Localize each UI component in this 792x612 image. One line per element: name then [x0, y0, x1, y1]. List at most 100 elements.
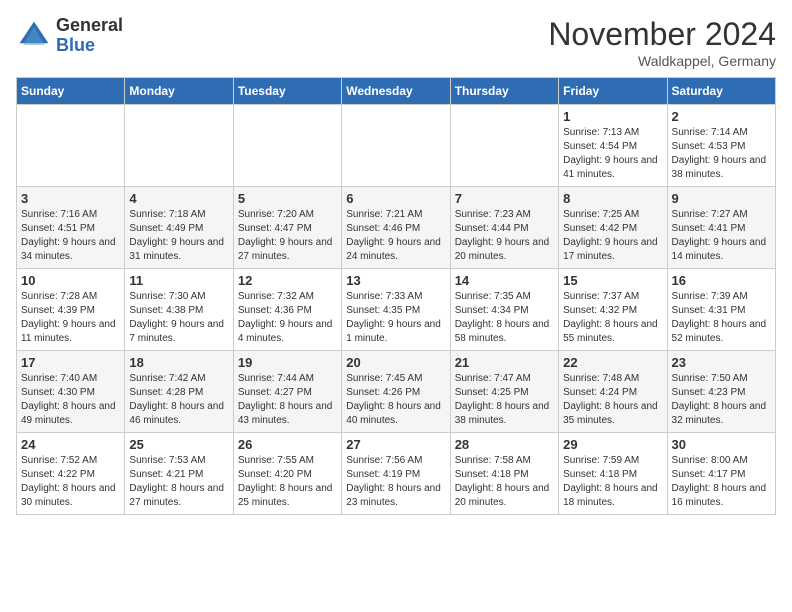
- day-number: 21: [455, 355, 554, 370]
- day-info: Sunrise: 7:27 AM Sunset: 4:41 PM Dayligh…: [672, 208, 771, 264]
- calendar-cell: 12 Sunrise: 7:32 AM Sunset: 4:36 PM Dayli…: [233, 269, 341, 351]
- title-area: November 2024 Waldkappel, Germany: [548, 16, 776, 69]
- logo: General Blue: [16, 16, 123, 56]
- day-info: Sunrise: 7:58 AM Sunset: 4:18 PM Dayligh…: [455, 454, 554, 510]
- calendar-cell: 24 Sunrise: 7:52 AM Sunset: 4:22 PM Dayli…: [17, 433, 125, 515]
- day-number: 22: [563, 355, 662, 370]
- day-info: Sunrise: 7:18 AM Sunset: 4:49 PM Dayligh…: [129, 208, 228, 264]
- day-number: 15: [563, 273, 662, 288]
- day-info: Sunrise: 7:13 AM Sunset: 4:54 PM Dayligh…: [563, 126, 662, 182]
- calendar-cell: [450, 105, 558, 187]
- calendar-cell: 3 Sunrise: 7:16 AM Sunset: 4:51 PM Daylig…: [17, 187, 125, 269]
- header-row: Sunday Monday Tuesday Wednesday Thursday…: [17, 78, 776, 105]
- calendar-week-4: 17Sunrise: 7:40 AM Sunset: 4:30 PM Dayli…: [17, 351, 776, 433]
- day-info: Sunrise: 7:55 AM Sunset: 4:20 PM Dayligh…: [238, 454, 337, 510]
- day-info: Sunrise: 7:32 AM Sunset: 4:36 PM Dayligh…: [238, 290, 337, 346]
- day-number: 5: [238, 191, 337, 206]
- day-info: Sunrise: 7:48 AM Sunset: 4:24 PM Dayligh…: [563, 372, 662, 428]
- day-info: Sunrise: 7:59 AM Sunset: 4:18 PM Dayligh…: [563, 454, 662, 510]
- day-number: 20: [346, 355, 445, 370]
- day-info: Sunrise: 7:35 AM Sunset: 4:34 PM Dayligh…: [455, 290, 554, 346]
- calendar-week-5: 24 Sunrise: 7:52 AM Sunset: 4:22 PM Dayli…: [17, 433, 776, 515]
- day-info: Sunrise: 7:42 AM Sunset: 4:28 PM Dayligh…: [129, 372, 228, 428]
- day-number: 16: [672, 273, 771, 288]
- logo-general-text: General: [56, 16, 123, 36]
- calendar-cell: 26 Sunrise: 7:55 AM Sunset: 4:20 PM Dayli…: [233, 433, 341, 515]
- calendar-cell: [125, 105, 233, 187]
- calendar-cell: 5 Sunrise: 7:20 AM Sunset: 4:47 PM Daylig…: [233, 187, 341, 269]
- calendar-header: Sunday Monday Tuesday Wednesday Thursday…: [17, 78, 776, 105]
- calendar-cell: [17, 105, 125, 187]
- calendar-cell: 13 Sunrise: 7:33 AM Sunset: 4:35 PM Dayli…: [342, 269, 450, 351]
- day-number: 7: [455, 191, 554, 206]
- calendar-cell: 10 Sunrise: 7:28 AM Sunset: 4:39 PM Dayli…: [17, 269, 125, 351]
- calendar-cell: 20Sunrise: 7:45 AM Sunset: 4:26 PM Dayli…: [342, 351, 450, 433]
- day-info: Sunrise: 8:00 AM Sunset: 4:17 PM Dayligh…: [672, 454, 771, 510]
- day-number: 14: [455, 273, 554, 288]
- day-number: 26: [238, 437, 337, 452]
- calendar-cell: 19Sunrise: 7:44 AM Sunset: 4:27 PM Dayli…: [233, 351, 341, 433]
- calendar-cell: 22 Sunrise: 7:48 AM Sunset: 4:24 PM Dayli…: [559, 351, 667, 433]
- day-number: 3: [21, 191, 120, 206]
- day-number: 6: [346, 191, 445, 206]
- day-number: 8: [563, 191, 662, 206]
- day-number: 11: [129, 273, 228, 288]
- calendar-cell: 6 Sunrise: 7:21 AM Sunset: 4:46 PM Daylig…: [342, 187, 450, 269]
- calendar-cell: 30 Sunrise: 8:00 AM Sunset: 4:17 PM Dayli…: [667, 433, 775, 515]
- month-title: November 2024: [548, 16, 776, 53]
- day-info: Sunrise: 7:16 AM Sunset: 4:51 PM Dayligh…: [21, 208, 120, 264]
- calendar-cell: 1 Sunrise: 7:13 AM Sunset: 4:54 PM Daylig…: [559, 105, 667, 187]
- day-info: Sunrise: 7:25 AM Sunset: 4:42 PM Dayligh…: [563, 208, 662, 264]
- day-info: Sunrise: 7:44 AM Sunset: 4:27 PM Dayligh…: [238, 372, 337, 428]
- calendar-cell: 17Sunrise: 7:40 AM Sunset: 4:30 PM Dayli…: [17, 351, 125, 433]
- calendar-cell: 4 Sunrise: 7:18 AM Sunset: 4:49 PM Daylig…: [125, 187, 233, 269]
- day-number: 27: [346, 437, 445, 452]
- day-number: 4: [129, 191, 228, 206]
- day-number: 25: [129, 437, 228, 452]
- day-info: Sunrise: 7:21 AM Sunset: 4:46 PM Dayligh…: [346, 208, 445, 264]
- page-header: General Blue November 2024 Waldkappel, G…: [16, 16, 776, 69]
- day-number: 28: [455, 437, 554, 452]
- day-number: 29: [563, 437, 662, 452]
- calendar-cell: 14 Sunrise: 7:35 AM Sunset: 4:34 PM Dayli…: [450, 269, 558, 351]
- col-wednesday: Wednesday: [342, 78, 450, 105]
- day-info: Sunrise: 7:33 AM Sunset: 4:35 PM Dayligh…: [346, 290, 445, 346]
- calendar-cell: [342, 105, 450, 187]
- day-number: 2: [672, 109, 771, 124]
- day-info: Sunrise: 7:47 AM Sunset: 4:25 PM Dayligh…: [455, 372, 554, 428]
- col-sunday: Sunday: [17, 78, 125, 105]
- day-number: 10: [21, 273, 120, 288]
- calendar-cell: 28 Sunrise: 7:58 AM Sunset: 4:18 PM Dayli…: [450, 433, 558, 515]
- day-number: 13: [346, 273, 445, 288]
- calendar-cell: 7 Sunrise: 7:23 AM Sunset: 4:44 PM Daylig…: [450, 187, 558, 269]
- calendar-cell: 15Sunrise: 7:37 AM Sunset: 4:32 PM Dayli…: [559, 269, 667, 351]
- location: Waldkappel, Germany: [548, 53, 776, 69]
- col-friday: Friday: [559, 78, 667, 105]
- calendar-cell: [233, 105, 341, 187]
- calendar-cell: 18Sunrise: 7:42 AM Sunset: 4:28 PM Dayli…: [125, 351, 233, 433]
- calendar-cell: 27Sunrise: 7:56 AM Sunset: 4:19 PM Dayli…: [342, 433, 450, 515]
- day-info: Sunrise: 7:40 AM Sunset: 4:30 PM Dayligh…: [21, 372, 120, 428]
- day-number: 12: [238, 273, 337, 288]
- logo-icon: [16, 18, 52, 54]
- calendar-week-2: 3 Sunrise: 7:16 AM Sunset: 4:51 PM Daylig…: [17, 187, 776, 269]
- calendar-cell: 21 Sunrise: 7:47 AM Sunset: 4:25 PM Dayli…: [450, 351, 558, 433]
- calendar-body: 1 Sunrise: 7:13 AM Sunset: 4:54 PM Daylig…: [17, 105, 776, 515]
- day-info: Sunrise: 7:28 AM Sunset: 4:39 PM Dayligh…: [21, 290, 120, 346]
- col-thursday: Thursday: [450, 78, 558, 105]
- day-number: 23: [672, 355, 771, 370]
- day-number: 1: [563, 109, 662, 124]
- day-info: Sunrise: 7:52 AM Sunset: 4:22 PM Dayligh…: [21, 454, 120, 510]
- day-info: Sunrise: 7:23 AM Sunset: 4:44 PM Dayligh…: [455, 208, 554, 264]
- calendar-week-3: 10 Sunrise: 7:28 AM Sunset: 4:39 PM Dayli…: [17, 269, 776, 351]
- logo-text: General Blue: [56, 16, 123, 56]
- day-info: Sunrise: 7:20 AM Sunset: 4:47 PM Dayligh…: [238, 208, 337, 264]
- day-number: 24: [21, 437, 120, 452]
- col-saturday: Saturday: [667, 78, 775, 105]
- day-number: 30: [672, 437, 771, 452]
- calendar-table: Sunday Monday Tuesday Wednesday Thursday…: [16, 77, 776, 515]
- day-info: Sunrise: 7:53 AM Sunset: 4:21 PM Dayligh…: [129, 454, 228, 510]
- day-number: 9: [672, 191, 771, 206]
- calendar-cell: 8 Sunrise: 7:25 AM Sunset: 4:42 PM Daylig…: [559, 187, 667, 269]
- calendar-cell: 25 Sunrise: 7:53 AM Sunset: 4:21 PM Dayli…: [125, 433, 233, 515]
